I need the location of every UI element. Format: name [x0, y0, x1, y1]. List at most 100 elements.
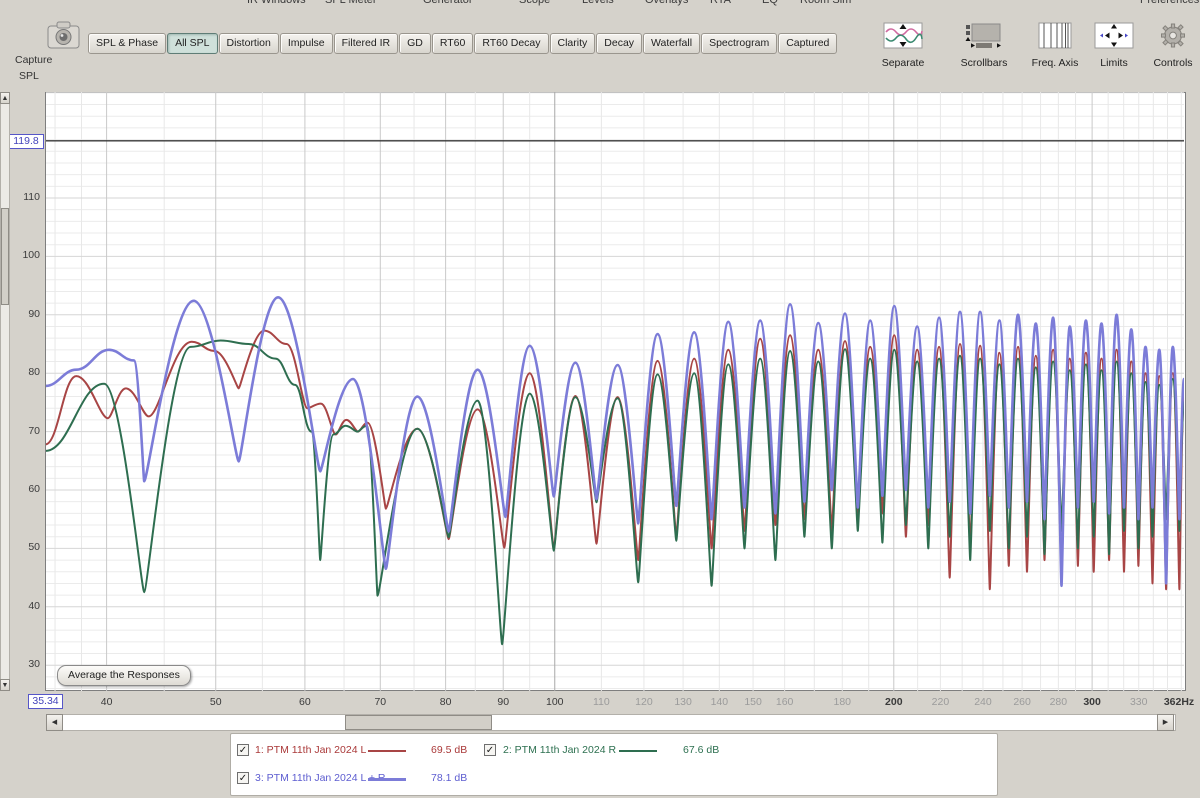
- legend-value-3: 78.1 dB: [431, 772, 467, 784]
- legend-label-3: 3: PTM 11th Jan 2024 L + R: [255, 772, 385, 784]
- x-axis-tick-280: 280: [1041, 696, 1075, 708]
- tab-spl-phase[interactable]: SPL & Phase: [88, 33, 166, 54]
- tab-rt60[interactable]: RT60: [432, 33, 474, 54]
- legend-row: ✓ 3: PTM 11th Jan 2024 L + R 78.1 dB: [231, 770, 997, 790]
- y-axis-tick-80: 80: [12, 366, 40, 378]
- scroll-right-button[interactable]: ▶: [1157, 714, 1174, 731]
- menu-item-ir-windows[interactable]: IR Windows: [247, 0, 306, 6]
- tab-decay[interactable]: Decay: [596, 33, 642, 54]
- freq-axis-button-label: Freq. Axis: [1023, 57, 1087, 69]
- x-axis-tick-60: 60: [288, 696, 322, 708]
- scrollbars-button[interactable]: Scrollbars: [952, 22, 1016, 69]
- x-axis-tick-120: 120: [627, 696, 661, 708]
- freq-axis-button[interactable]: Freq. Axis: [1023, 22, 1087, 69]
- separate-button[interactable]: Separate: [871, 22, 935, 69]
- menu-item-scope[interactable]: Scope: [519, 0, 550, 6]
- x-axis-tick-110: 110: [584, 696, 618, 708]
- x-axis-tick-80: 80: [429, 696, 463, 708]
- scroll-down-button[interactable]: ▼: [0, 679, 10, 691]
- menu-item-overlays[interactable]: Overlays: [645, 0, 688, 6]
- tab-clarity[interactable]: Clarity: [550, 33, 596, 54]
- limits-icon: [1094, 22, 1134, 49]
- y-axis-tick-30: 30: [12, 658, 40, 670]
- x-axis-tick-140: 140: [702, 696, 736, 708]
- menu-item-room-sim[interactable]: Room Sim: [800, 0, 851, 6]
- menu-item-generator[interactable]: Generator: [423, 0, 473, 6]
- camera-icon: [45, 17, 82, 51]
- menu-item-rta[interactable]: RTA: [710, 0, 731, 6]
- menu-bar: Preferences IR Windows SPL Meter Generator…: [0, 0, 1200, 7]
- capture-button-label: Capture: [15, 54, 52, 66]
- legend-label-2: 2: PTM 11th Jan 2024 R: [503, 744, 616, 756]
- vertical-scrollbar[interactable]: [0, 92, 10, 691]
- scrollbars-icon: [964, 22, 1004, 49]
- horizontal-scrollbar[interactable]: [46, 714, 1176, 731]
- tab-gd[interactable]: GD: [399, 33, 431, 54]
- menu-item-spl-meter[interactable]: SPL Meter: [325, 0, 377, 6]
- legend-line-swatch-2: [619, 750, 657, 752]
- menu-item-eq[interactable]: EQ: [762, 0, 778, 6]
- x-axis-tick-150: 150: [736, 696, 770, 708]
- x-axis-tick-130: 130: [666, 696, 700, 708]
- tab-impulse[interactable]: Impulse: [280, 33, 333, 54]
- legend-label-1: 1: PTM 11th Jan 2024 L: [255, 744, 366, 756]
- tab-waterfall[interactable]: Waterfall: [643, 33, 700, 54]
- x-axis-tick-160: 160: [768, 696, 802, 708]
- graph-tab-bar: SPL & PhaseAll SPLDistortionImpulseFilte…: [88, 33, 838, 54]
- x-axis-start-field[interactable]: 35.34: [28, 694, 63, 709]
- scroll-left-button[interactable]: ◀: [46, 714, 63, 731]
- tab-spectrogram[interactable]: Spectrogram: [701, 33, 777, 54]
- scrollbars-button-label: Scrollbars: [952, 57, 1016, 69]
- x-axis-tick-50: 50: [199, 696, 233, 708]
- legend-panel: ✓ 1: PTM 11th Jan 2024 L 69.5 dB ✓ 2: PT…: [230, 733, 998, 796]
- x-axis-tick-40: 40: [90, 696, 124, 708]
- menu-item-preferences[interactable]: Preferences: [1140, 0, 1199, 6]
- limits-button[interactable]: Limits: [1082, 22, 1146, 69]
- gear-icon: [1158, 22, 1188, 49]
- y-axis-tick-100: 100: [12, 249, 40, 261]
- legend-checkbox-2[interactable]: ✓: [484, 744, 496, 756]
- horizontal-scrollbar-thumb[interactable]: [345, 715, 492, 730]
- plot-area[interactable]: [45, 92, 1186, 691]
- x-axis-tick-330: 330: [1122, 696, 1156, 708]
- legend-checkbox-1[interactable]: ✓: [237, 744, 249, 756]
- legend-value-1: 69.5 dB: [431, 744, 467, 756]
- x-axis-tick-200: 200: [877, 696, 911, 708]
- x-axis-tick-220: 220: [923, 696, 957, 708]
- legend-line-swatch-3: [368, 778, 406, 781]
- legend-row: ✓ 1: PTM 11th Jan 2024 L 69.5 dB ✓ 2: PT…: [231, 742, 997, 762]
- average-responses-button[interactable]: Average the Responses: [57, 665, 191, 686]
- y-axis-tick-70: 70: [12, 425, 40, 437]
- y-axis-tick-110: 110: [12, 191, 40, 203]
- controls-button-label: Controls: [1141, 57, 1200, 69]
- x-axis-tick-260: 260: [1005, 696, 1039, 708]
- y-axis-tick-90: 90: [12, 308, 40, 320]
- menu-item-levels[interactable]: Levels: [582, 0, 614, 6]
- controls-button[interactable]: Controls: [1141, 22, 1200, 69]
- y-axis-tick-50: 50: [12, 541, 40, 553]
- x-axis-tick-240: 240: [966, 696, 1000, 708]
- x-axis-tick-100: 100: [538, 696, 572, 708]
- x-axis-tick-180: 180: [825, 696, 859, 708]
- legend-value-2: 67.6 dB: [683, 744, 719, 756]
- tab-all-spl[interactable]: All SPL: [167, 33, 217, 54]
- tab-distortion[interactable]: Distortion: [219, 33, 279, 54]
- y-axis-tick-40: 40: [12, 600, 40, 612]
- tab-rt60-decay[interactable]: RT60 Decay: [474, 33, 548, 54]
- vertical-scrollbar-thumb[interactable]: [1, 208, 9, 305]
- separate-button-label: Separate: [871, 57, 935, 69]
- freq-axis-icon: [1038, 22, 1072, 49]
- y-axis-tick-60: 60: [12, 483, 40, 495]
- separate-graphs-icon: [883, 22, 923, 49]
- y-axis-top-limit-field[interactable]: 119.8: [8, 134, 44, 149]
- scroll-up-button[interactable]: ▲: [0, 92, 10, 104]
- tab-captured[interactable]: Captured: [778, 33, 837, 54]
- legend-line-swatch-1: [368, 750, 406, 752]
- limits-button-label: Limits: [1082, 57, 1146, 69]
- x-axis-tick-300: 300: [1075, 696, 1109, 708]
- capture-button[interactable]: [45, 17, 82, 51]
- x-axis-tick-90: 90: [486, 696, 520, 708]
- x-axis-tick-70: 70: [363, 696, 397, 708]
- legend-checkbox-3[interactable]: ✓: [237, 772, 249, 784]
- tab-filtered-ir[interactable]: Filtered IR: [334, 33, 398, 54]
